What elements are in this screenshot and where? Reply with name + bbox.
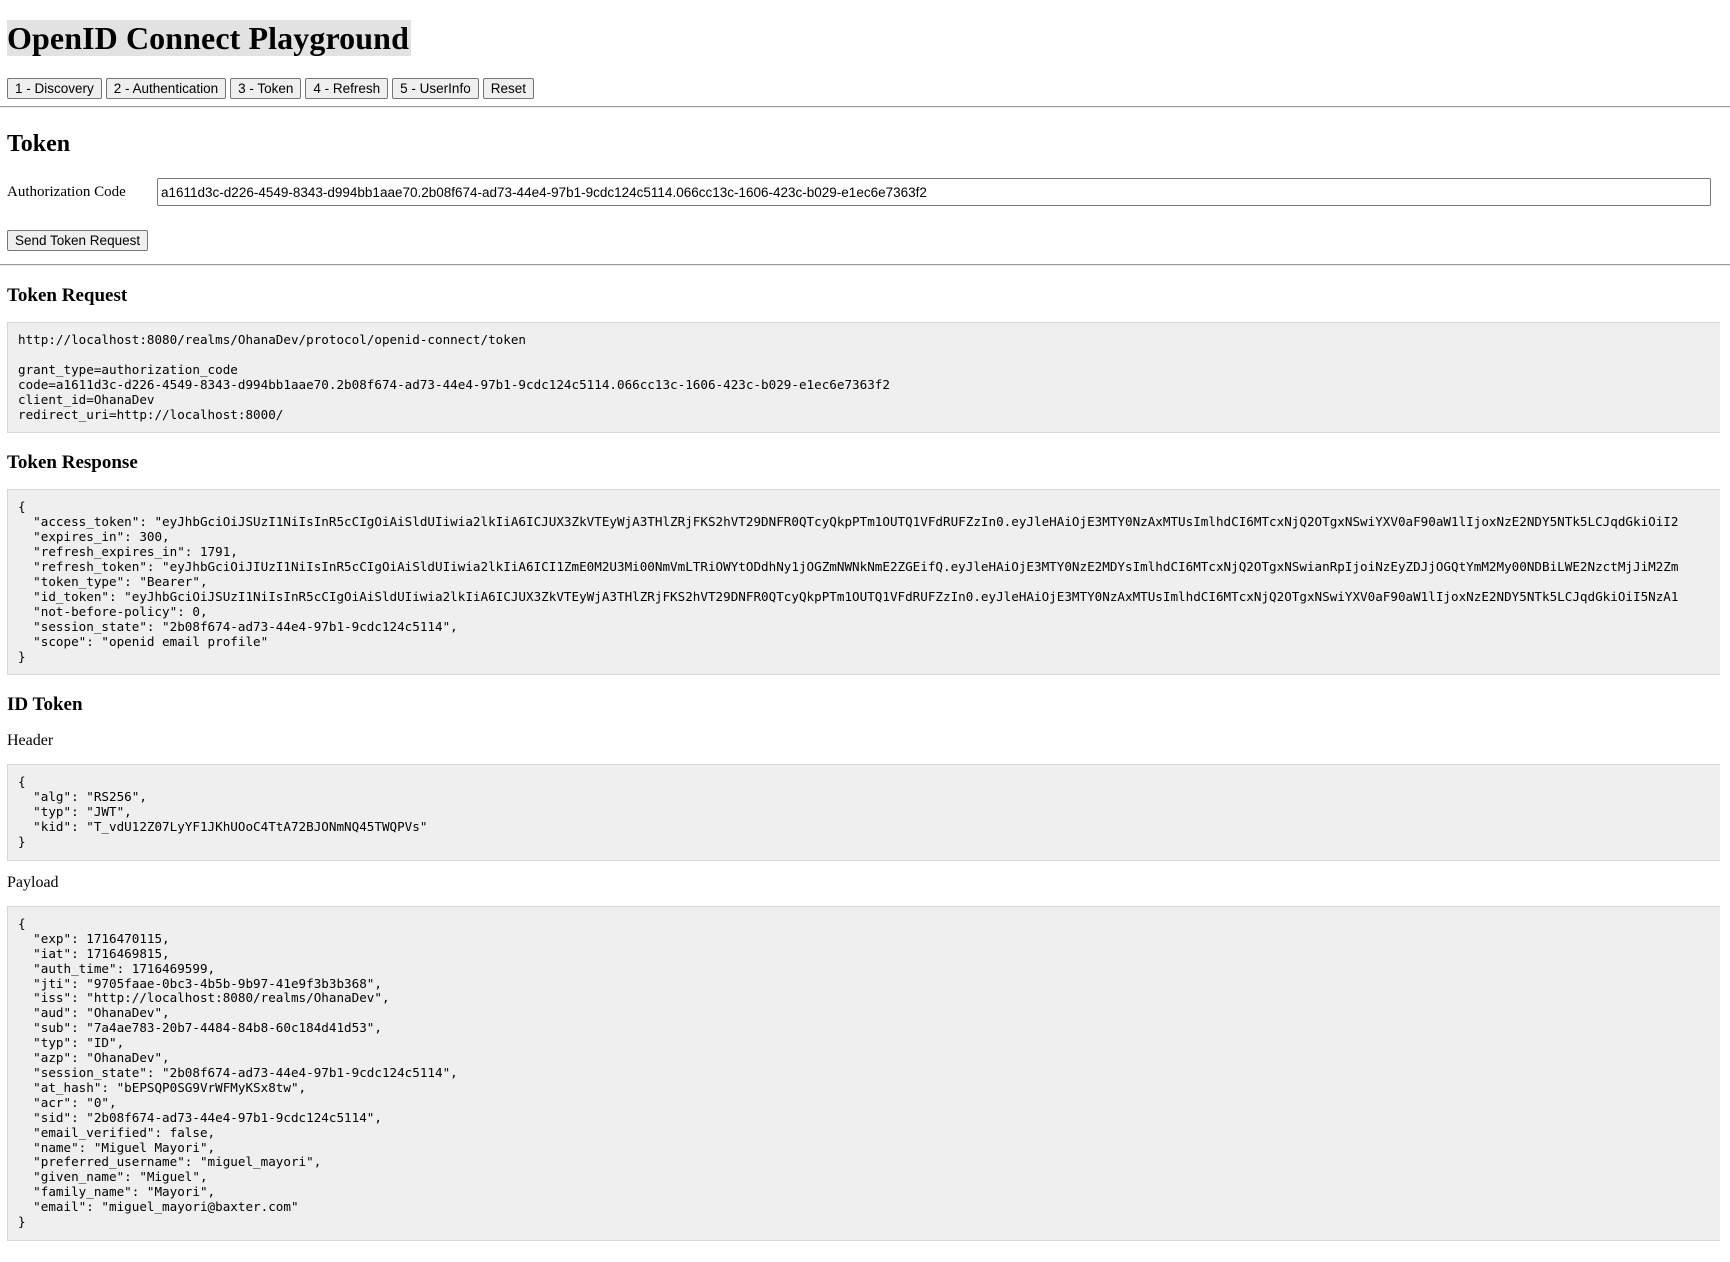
authentication-button[interactable]: 2 - Authentication: [105, 78, 227, 99]
page-title: OpenID Connect Playground: [7, 20, 411, 56]
discovery-button[interactable]: 1 - Discovery: [7, 78, 102, 99]
token-section-title: Token: [7, 131, 71, 157]
userinfo-button[interactable]: 5 - UserInfo: [392, 78, 479, 99]
id-token-header-label: Header: [7, 732, 54, 750]
authorization-code-label: Authorization Code: [7, 183, 126, 200]
id-token-header-body: { "alg": "RS256", "typ": "JWT", "kid": "…: [7, 764, 1720, 861]
refresh-button[interactable]: 4 - Refresh: [305, 78, 389, 99]
reset-button[interactable]: Reset: [482, 78, 534, 99]
token-request-body: http://localhost:8080/realms/OhanaDev/pr…: [7, 322, 1720, 434]
token-request-title: Token Request: [7, 285, 128, 306]
token-response-body: { "access_token": "eyJhbGciOiJSUzI1NiIsI…: [7, 489, 1720, 676]
nav-divider: [0, 106, 1730, 108]
step-nav: 1 - Discovery 2 - Authentication 3 - Tok…: [7, 78, 1730, 99]
playground-page: OpenID Connect Playground 1 - Discovery …: [0, 0, 1730, 1241]
token-divider: [0, 264, 1730, 266]
token-response-title: Token Response: [7, 452, 138, 474]
id-token-title: ID Token: [7, 694, 83, 716]
id-token-payload-label: Payload: [7, 873, 59, 891]
id-token-payload-body: { "exp": 1716470115, "iat": 1716469815, …: [7, 905, 1720, 1241]
authorization-code-input[interactable]: [157, 178, 1711, 206]
token-button[interactable]: 3 - Token: [230, 78, 302, 99]
send-token-request-button[interactable]: Send Token Request: [7, 230, 149, 251]
authorization-code-row: Authorization Code: [7, 176, 1730, 208]
